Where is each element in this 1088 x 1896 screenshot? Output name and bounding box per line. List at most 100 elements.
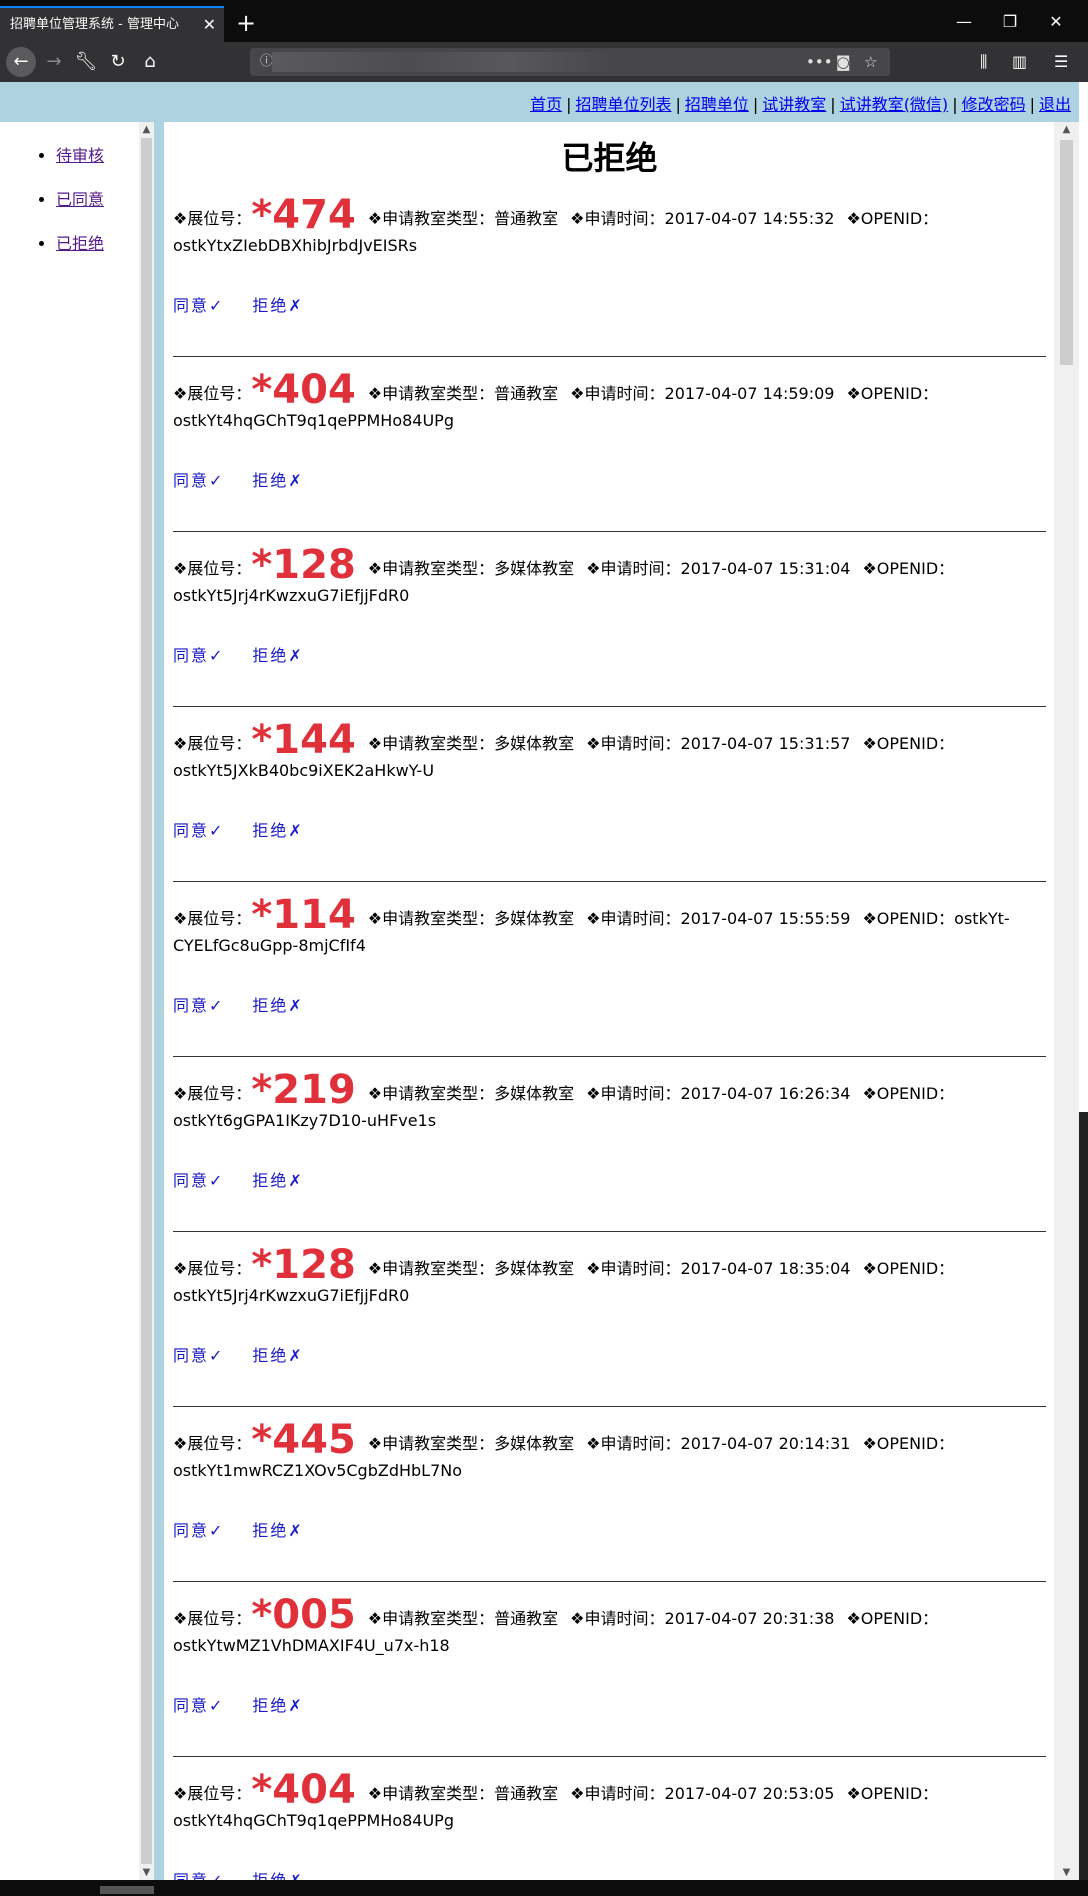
window-close-icon[interactable]: ✕ [1036,8,1076,36]
record-item: ❖展位号：*445 ❖申请教室类型：多媒体教室 ❖申请时间：2017-04-07 2… [173,1407,1046,1582]
approve-button[interactable]: 同意✓ [173,821,224,840]
room-type-label: ❖申请教室类型： [367,384,495,403]
sidebar-link-approved[interactable]: 已同意 [56,190,104,209]
booth-label: ❖展位号： [173,559,252,578]
approve-button[interactable]: 同意✓ [173,1171,224,1190]
record-actions: 同意✓ 拒绝✗ [173,1517,332,1541]
approve-button[interactable]: 同意✓ [173,1696,224,1715]
time-label: ❖申请时间： [586,734,681,753]
scroll-down-icon[interactable]: ▼ [1054,1867,1079,1878]
room-type-label: ❖申请教室类型： [367,209,495,228]
approve-button[interactable]: 同意✓ [173,471,224,490]
record-item: ❖展位号：*005 ❖申请教室类型：普通教室 ❖申请时间：2017-04-07 20… [173,1582,1046,1757]
openid-label: ❖OPENID： [862,1084,955,1103]
sidebar-link-rejected[interactable]: 已拒绝 [56,234,104,253]
sidebar-item-rejected: 已拒绝 [56,230,104,254]
left-scrollbar[interactable]: ▲ ▼ [139,122,154,1880]
booth-label: ❖展位号： [173,734,252,753]
booth-number: *474 [251,192,356,238]
openid-label: ❖OPENID： [846,1609,939,1628]
nav-classroom-wechat-link[interactable]: 试讲教室(微信) [840,95,949,114]
main-scroll-thumb[interactable] [1060,140,1073,365]
home-icon[interactable]: ⌂ [136,48,164,76]
record-actions: 同意✓ 拒绝✗ [173,467,332,491]
approve-button[interactable]: 同意✓ [173,296,224,315]
sidebar-link-pending[interactable]: 待审核 [56,146,104,165]
room-type-value: 多媒体教室 [494,909,575,928]
approve-button[interactable]: 同意✓ [173,646,224,665]
page-viewport: 首页|招聘单位列表|招聘单位|试讲教室|试讲教室(微信)|修改密码|退出 待审核… [0,82,1079,1880]
time-value: 2017-04-07 15:31:57 [680,734,851,753]
nav-home-link[interactable]: 首页 [530,95,562,114]
wrench-icon[interactable]: 🔧︎ [72,48,100,76]
reject-button[interactable]: 拒绝✗ [252,1171,303,1190]
sidebar-toggle-icon[interactable]: ▥ [1012,48,1027,76]
reject-button[interactable]: 拒绝✗ [252,1871,303,1880]
reject-button[interactable]: 拒绝✗ [252,996,303,1015]
nav-separator: | [675,95,681,114]
room-type-label: ❖申请教室类型： [367,1784,495,1803]
reject-button[interactable]: 拒绝✗ [252,471,303,490]
approve-button[interactable]: 同意✓ [173,1521,224,1540]
bookmark-star-icon[interactable]: ☆ [864,48,877,76]
nav-change-password-link[interactable]: 修改密码 [962,95,1026,114]
browser-tab[interactable]: 招聘单位管理系统 - 管理中心 ✕ [0,6,224,42]
scroll-up-icon[interactable]: ▲ [139,124,154,135]
reject-button[interactable]: 拒绝✗ [252,646,303,665]
reload-icon[interactable]: ↻ [104,48,132,76]
approve-button[interactable]: 同意✓ [173,1871,224,1880]
openid-value: ostkYt6gGPA1IKzy7D10-uHFve1s [173,1111,437,1130]
taskbar-strip [0,1880,1088,1896]
library-icon[interactable]: ⫼ [980,48,987,76]
nav-logout-link[interactable]: 退出 [1039,95,1071,114]
room-type-value: 多媒体教室 [494,1434,575,1453]
record-actions: 同意✓ 拒绝✗ [173,1867,332,1880]
booth-number: *128 [251,1242,356,1288]
new-tab-icon[interactable]: + [232,10,260,38]
reject-button[interactable]: 拒绝✗ [252,821,303,840]
time-label: ❖申请时间： [570,384,665,403]
reject-button[interactable]: 拒绝✗ [252,1696,303,1715]
back-icon[interactable]: ← [6,47,36,77]
restore-icon[interactable]: ❐ [990,8,1030,36]
left-scroll-thumb[interactable] [141,138,152,1864]
nav-classroom-link[interactable]: 试讲教室 [762,95,826,114]
record-actions: 同意✓ 拒绝✗ [173,292,332,316]
scroll-up-icon[interactable]: ▲ [1054,124,1079,135]
time-label: ❖申请时间： [570,1784,665,1803]
nav-company-link[interactable]: 招聘单位 [685,95,749,114]
approve-button[interactable]: 同意✓ [173,1346,224,1365]
booth-number: *404 [251,367,356,413]
window-edge [1079,82,1088,1880]
room-type-label: ❖申请教室类型： [367,734,495,753]
reject-button[interactable]: 拒绝✗ [252,296,303,315]
left-frame: 待审核 已同意 已拒绝 ▲ ▼ [0,122,154,1880]
scroll-down-icon[interactable]: ▼ [139,1867,154,1878]
openid-label: ❖OPENID： [862,909,955,928]
url-bar[interactable]: ⓘ ••• ◙ ☆ [250,48,890,76]
record-info: ❖展位号：*404 ❖申请教室类型：普通教室 ❖申请时间：2017-04-07 20… [173,1770,1013,1834]
record-actions: 同意✓ 拒绝✗ [173,1342,332,1366]
main-scrollbar[interactable]: ▲ ▼ [1054,122,1079,1880]
menu-icon[interactable]: ☰ [1054,48,1068,76]
record-info: ❖展位号：*219 ❖申请教室类型：多媒体教室 ❖申请时间：2017-04-07 1… [173,1070,1013,1134]
more-actions-icon[interactable]: ••• [806,48,833,76]
top-nav: 首页 | 招聘单位列表 | 招聘单位 | 试讲教室 | 试讲教室(微信) | 修改密码 | 退出 [0,82,1079,122]
room-type-label: ❖申请教室类型： [367,1434,495,1453]
nav-companies-list-link[interactable]: 招聘单位列表 [575,95,671,114]
frame-divider[interactable] [154,122,164,1880]
approve-button[interactable]: 同意✓ [173,996,224,1015]
record-item: ❖展位号：*404 ❖申请教室类型：普通教室 ❖申请时间：2017-04-07 14… [173,357,1046,532]
room-type-value: 普通教室 [494,384,559,403]
room-type-value: 多媒体教室 [494,559,575,578]
minimize-icon[interactable]: — [944,8,984,36]
reject-button[interactable]: 拒绝✗ [252,1521,303,1540]
room-type-value: 普通教室 [494,1784,559,1803]
forward-icon[interactable]: → [40,48,68,76]
time-label: ❖申请时间： [586,909,681,928]
close-tab-icon[interactable]: ✕ [203,8,216,42]
reject-button[interactable]: 拒绝✗ [252,1346,303,1365]
time-value: 2017-04-07 14:55:32 [664,209,835,228]
sidebar-nav: 待审核 已同意 已拒绝 [56,142,104,274]
pocket-icon[interactable]: ◙ [836,48,851,76]
